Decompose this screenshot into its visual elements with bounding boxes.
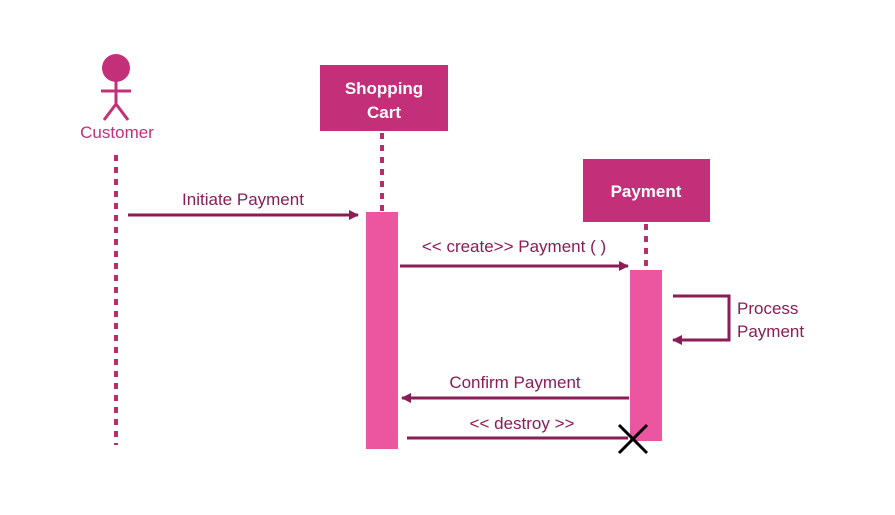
actor-label: Customer (80, 123, 154, 142)
participant-shopping-cart: Shopping Cart (320, 65, 448, 131)
message-label-line2: Payment (737, 322, 804, 341)
participant-label-line2: Cart (367, 103, 401, 122)
message-create-payment: << create>> Payment ( ) (400, 237, 629, 271)
self-message-arrow (672, 294, 731, 345)
message-label-line1: Process (737, 299, 798, 318)
activation-bar-payment (630, 270, 662, 441)
message-process-payment: Process Payment (672, 294, 804, 345)
message-label: Confirm Payment (449, 373, 581, 392)
message-confirm-payment: Confirm Payment (401, 373, 629, 403)
message-label: Initiate Payment (182, 190, 304, 209)
message-label: << destroy >> (470, 414, 575, 433)
actor-customer: Customer (80, 54, 154, 142)
participant-label: Payment (611, 182, 682, 201)
stick-figure-icon (101, 54, 131, 121)
participant-label-line1: Shopping (345, 79, 423, 98)
message-initiate-payment: Initiate Payment (128, 190, 359, 220)
message-label: << create>> Payment ( ) (422, 237, 606, 256)
message-destroy: << destroy >> (407, 414, 628, 440)
sequence-diagram: Customer Shopping Cart Payment Initiate … (80, 54, 804, 455)
activation-bar-shopping-cart (366, 212, 398, 449)
participant-payment: Payment (583, 159, 710, 222)
